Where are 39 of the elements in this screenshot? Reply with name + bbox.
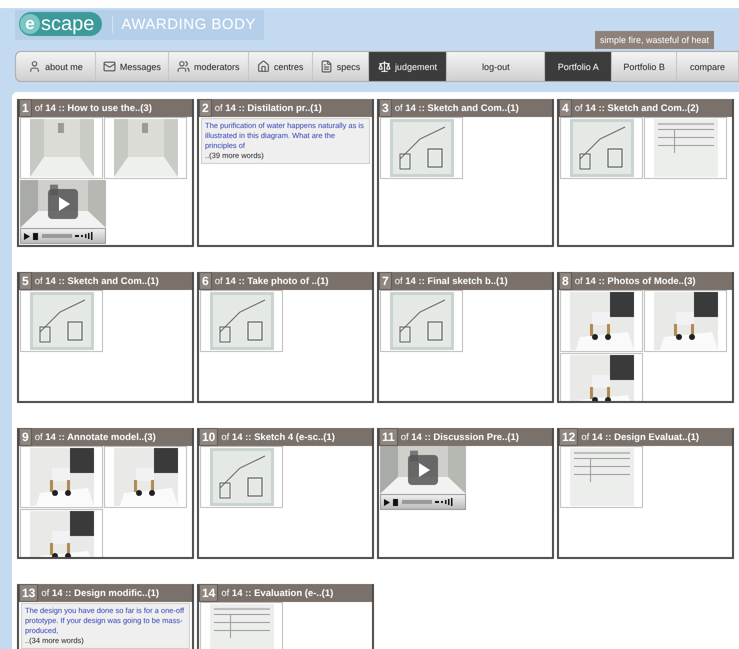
nav-tab[interactable]: moderators (168, 52, 249, 81)
card-title[interactable]: of 14 :: How to use the..(3) (34, 102, 152, 114)
card-number: 9 (19, 428, 32, 446)
card-number: 1 (19, 99, 32, 117)
nav-tab[interactable]: Portfolio A (545, 52, 612, 81)
card-number: 7 (379, 272, 392, 290)
card-title[interactable]: of 14 :: Distilation pr..(1) (214, 102, 322, 114)
card-number: 14 (199, 584, 218, 602)
card-number: 3 (379, 99, 392, 117)
card-number: 4 (559, 99, 572, 117)
card-title[interactable]: of 14 :: Design modific..(1) (41, 588, 160, 598)
card-title[interactable]: of 14 :: Discussion Pre..(1) (400, 432, 519, 442)
subtitle: AWARDING BODY (112, 16, 256, 32)
nav-tab[interactable]: judgement (368, 52, 448, 81)
logo[interactable]: e scape (19, 12, 102, 36)
card-number: 12 (559, 428, 578, 446)
tooltip: simple fire, wasteful of heat (594, 31, 714, 49)
card-number: 2 (199, 99, 212, 117)
card-number: 11 (379, 428, 398, 446)
nav-tab[interactable]: Portfolio B (612, 52, 678, 81)
nav-tab[interactable]: centres (248, 52, 313, 81)
nav-tab[interactable]: compare (677, 52, 739, 81)
card-title[interactable]: of 14 :: Sketch and Com..(1) (34, 276, 159, 286)
card-title[interactable]: of 14 :: Sketch 4 (e-sc..(1) (221, 432, 335, 442)
card-title[interactable]: of 14 :: Annotate model..(3) (34, 432, 156, 442)
nav-tab[interactable]: Messages (96, 52, 169, 81)
card-title[interactable]: of 14 :: Take photo of ..(1) (214, 276, 329, 286)
card-number: 8 (559, 272, 572, 290)
card-number: 6 (199, 272, 212, 290)
card-title[interactable]: of 14 :: Evaluation (e-..(1) (221, 588, 334, 598)
card-title[interactable]: of 14 :: Sketch and Com..(1) (394, 102, 519, 114)
card-title[interactable]: of 14 :: Photos of Mode..(3) (574, 276, 696, 286)
card-number: 10 (199, 428, 218, 446)
card-title[interactable]: of 14 :: Design Evaluat..(1) (581, 432, 700, 442)
card-number: 13 (19, 584, 38, 602)
card-title[interactable]: of 14 :: Final sketch b..(1) (394, 276, 508, 286)
card-number: 5 (19, 272, 32, 290)
nav-tab[interactable]: about me (16, 52, 96, 81)
card-title[interactable]: of 14 :: Sketch and Com..(2) (574, 102, 699, 114)
